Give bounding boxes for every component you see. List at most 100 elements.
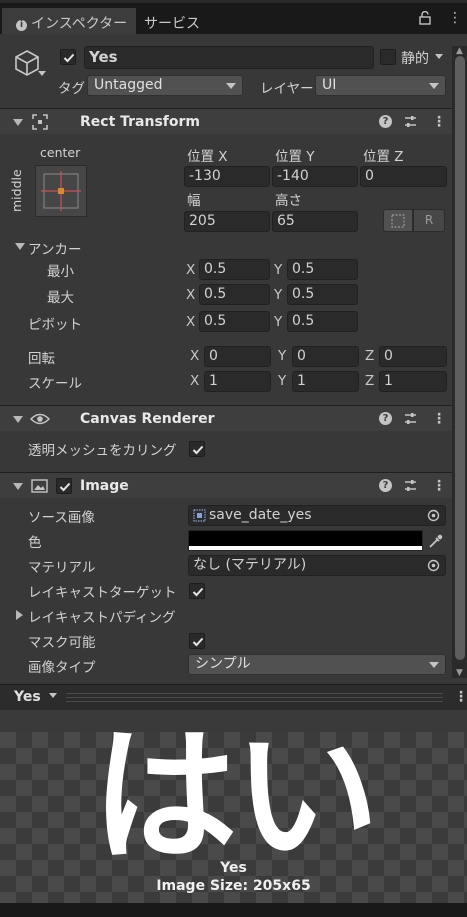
tag-dropdown[interactable]: Untagged bbox=[87, 75, 243, 96]
static-dropdown-caret[interactable] bbox=[435, 54, 443, 59]
object-picker-icon[interactable] bbox=[427, 559, 440, 572]
anchor-preset-icon bbox=[41, 171, 81, 211]
preset-sliders-icon[interactable] bbox=[403, 114, 418, 129]
preview-resize-handle[interactable] bbox=[66, 693, 443, 702]
checkmark-icon bbox=[59, 482, 71, 492]
blueprint-mode-button[interactable] bbox=[383, 209, 413, 232]
scale-y-input[interactable]: 1 bbox=[292, 371, 359, 392]
help-icon[interactable]: ? bbox=[379, 479, 392, 492]
image-component-icon bbox=[31, 479, 48, 493]
scale-x-input[interactable]: 1 bbox=[204, 371, 271, 392]
preset-sliders-icon[interactable] bbox=[403, 411, 418, 426]
pos-y-input[interactable]: -140 bbox=[272, 166, 358, 187]
preview-object-name: Yes bbox=[220, 860, 247, 876]
axis-x-label: X bbox=[186, 287, 196, 303]
rotation-label: 回転 bbox=[28, 351, 55, 367]
image-header[interactable]: Image ? ⋮ bbox=[0, 472, 452, 498]
anchor-preset-vertical: middle bbox=[9, 169, 24, 212]
cull-transparent-label: 透明メッシュをカリング bbox=[28, 443, 177, 459]
chevron-down-icon bbox=[429, 83, 439, 89]
tab-bar-edge bbox=[0, 0, 467, 3]
material-label: マテリアル bbox=[28, 560, 96, 576]
material-field[interactable]: なし (マテリアル) bbox=[188, 555, 446, 576]
width-label: 幅 bbox=[187, 193, 201, 209]
height-input[interactable]: 65 bbox=[272, 211, 358, 232]
status-strip bbox=[0, 903, 467, 917]
raw-edit-button[interactable]: R bbox=[413, 209, 445, 232]
icon-dropdown-caret[interactable] bbox=[38, 71, 46, 76]
pivot-x-input[interactable]: 0.5 bbox=[199, 311, 270, 332]
scale-z-input[interactable]: 1 bbox=[379, 371, 447, 392]
active-checkbox[interactable] bbox=[60, 49, 76, 65]
image-type-value: シンプル bbox=[195, 656, 251, 672]
foldout-arrow-icon[interactable] bbox=[13, 483, 23, 490]
checkmark-icon bbox=[192, 445, 204, 455]
source-image-field[interactable]: save_date_yes bbox=[188, 505, 446, 526]
scroll-up-icon[interactable]: ▲ bbox=[452, 46, 467, 56]
raycast-padding-foldout-icon[interactable] bbox=[16, 610, 23, 620]
pos-z-label: 位置 Z bbox=[363, 149, 404, 165]
maskable-checkbox[interactable] bbox=[189, 633, 205, 649]
eye-icon bbox=[30, 413, 50, 425]
help-icon[interactable]: ? bbox=[379, 115, 392, 128]
axis-y-label: Y bbox=[278, 373, 287, 389]
raycast-target-checkbox[interactable] bbox=[189, 583, 205, 599]
static-checkbox[interactable] bbox=[380, 49, 396, 65]
anchor-max-label: 最大 bbox=[47, 290, 74, 306]
anchors-foldout-icon[interactable] bbox=[15, 243, 25, 250]
material-value: なし (マテリアル) bbox=[193, 557, 307, 573]
eyedropper-icon[interactable] bbox=[428, 533, 444, 549]
canvas-renderer-header[interactable]: Canvas Renderer ? ⋮ bbox=[0, 405, 452, 431]
image-enabled-checkbox[interactable] bbox=[56, 478, 72, 494]
cull-transparent-checkbox[interactable] bbox=[189, 441, 205, 457]
scale-label: スケール bbox=[28, 376, 82, 392]
checkmark-icon bbox=[192, 587, 204, 597]
tab-inspector[interactable]: i インスペクター bbox=[2, 8, 136, 34]
object-picker-icon[interactable] bbox=[427, 509, 440, 522]
rect-transform-header[interactable]: Rect Transform ? ⋮ bbox=[0, 108, 452, 134]
width-input[interactable]: 205 bbox=[184, 211, 270, 232]
preview-header: Yes ⋮ bbox=[0, 684, 467, 710]
rotation-z-input[interactable]: 0 bbox=[379, 346, 447, 367]
component-menu-icon[interactable]: ⋮ bbox=[432, 411, 446, 427]
foldout-arrow-icon[interactable] bbox=[13, 416, 23, 423]
tag-label: タグ bbox=[58, 81, 85, 97]
raycast-padding-label: レイキャストパディング bbox=[28, 610, 176, 626]
color-swatch[interactable] bbox=[188, 530, 423, 551]
image-type-dropdown[interactable]: シンプル bbox=[188, 654, 446, 675]
tab-bar: i インスペクター サービス ⋮ bbox=[0, 0, 467, 34]
height-label: 高さ bbox=[275, 193, 302, 209]
maskable-label: マスク可能 bbox=[28, 635, 96, 651]
preview-menu-icon[interactable]: ⋮ bbox=[454, 689, 467, 705]
component-menu-icon[interactable]: ⋮ bbox=[432, 114, 446, 130]
scrollbar-thumb[interactable] bbox=[455, 56, 465, 660]
anchor-presets-button[interactable] bbox=[35, 165, 87, 217]
rotation-y-input[interactable]: 0 bbox=[292, 346, 359, 367]
anchor-min-y-input[interactable]: 0.5 bbox=[287, 259, 358, 280]
tab-menu-icon[interactable]: ⋮ bbox=[448, 10, 462, 26]
lock-icon[interactable] bbox=[418, 11, 432, 25]
anchor-min-x-input[interactable]: 0.5 bbox=[199, 259, 270, 280]
layer-value: UI bbox=[322, 77, 337, 93]
rotation-x-input[interactable]: 0 bbox=[204, 346, 271, 367]
preview-image-size: Image Size: 205x65 bbox=[156, 878, 311, 894]
scroll-down-icon[interactable]: ▼ bbox=[452, 668, 467, 678]
axis-y-label: Y bbox=[274, 314, 283, 330]
preset-sliders-icon[interactable] bbox=[403, 478, 418, 493]
pos-z-input[interactable]: 0 bbox=[360, 166, 447, 187]
help-icon[interactable]: ? bbox=[379, 412, 392, 425]
pivot-y-input[interactable]: 0.5 bbox=[287, 311, 358, 332]
object-name-input[interactable]: Yes bbox=[84, 46, 374, 69]
anchor-max-y-input[interactable]: 0.5 bbox=[287, 284, 358, 305]
tab-services[interactable]: サービス bbox=[144, 8, 200, 34]
image-preview: はい Yes Image Size: 205x65 bbox=[0, 722, 467, 903]
info-icon: i bbox=[16, 20, 27, 31]
color-label: 色 bbox=[28, 535, 42, 551]
foldout-arrow-icon[interactable] bbox=[13, 119, 23, 126]
component-menu-icon[interactable]: ⋮ bbox=[432, 478, 446, 494]
preview-object-dropdown[interactable]: Yes bbox=[14, 689, 57, 705]
axis-y-label: Y bbox=[278, 348, 287, 364]
anchor-max-x-input[interactable]: 0.5 bbox=[199, 284, 270, 305]
layer-dropdown[interactable]: UI bbox=[315, 75, 446, 96]
pos-x-input[interactable]: -130 bbox=[184, 166, 270, 187]
